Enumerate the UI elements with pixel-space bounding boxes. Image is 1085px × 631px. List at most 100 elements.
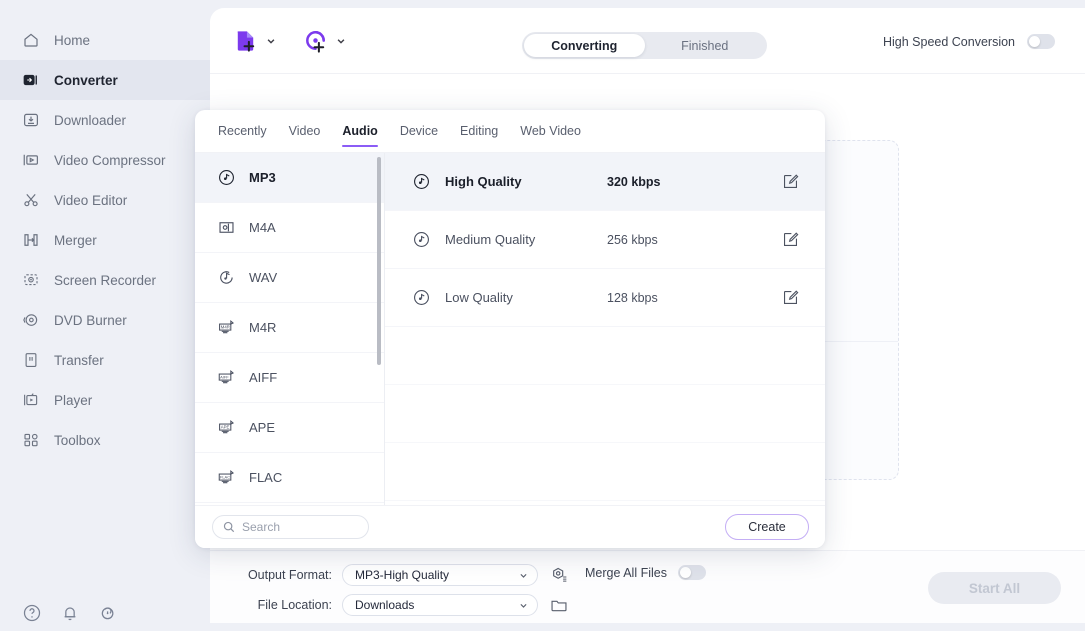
output-settings: Output Format: MP3-High Quality File Loc… [237, 560, 568, 620]
format-item-label: AIFF [249, 370, 278, 385]
edit-icon[interactable] [782, 173, 799, 190]
file-location-value: Downloads [355, 598, 415, 612]
quality-row-empty [385, 385, 825, 443]
high-speed-toggle[interactable] [1027, 34, 1055, 49]
toggle-knob [1029, 36, 1040, 47]
add-disc-button[interactable] [302, 27, 346, 54]
compress-icon [22, 151, 40, 169]
settings-hex-icon[interactable] [550, 566, 568, 584]
tab-audio[interactable]: Audio [333, 110, 386, 153]
format-list-scrollbar[interactable] [377, 157, 381, 365]
mp3-disc-icon [412, 288, 431, 307]
file-location-label: File Location: [257, 598, 332, 612]
folder-icon[interactable] [550, 596, 568, 614]
merge-all-files-toggle[interactable] [677, 565, 706, 580]
svg-text:APE: APE [221, 425, 230, 430]
help-icon[interactable] [22, 603, 42, 623]
sidebar-item-label: DVD Burner [54, 312, 127, 328]
quality-row-high[interactable]: High Quality 320 kbps [385, 153, 825, 211]
tab-recently[interactable]: Recently [209, 110, 276, 153]
sidebar-item-video-editor[interactable]: Video Editor [0, 180, 210, 220]
sidebar-item-label: Downloader [54, 112, 127, 128]
format-item-m4a[interactable]: M4A [195, 203, 384, 253]
format-item-label: APE [249, 420, 276, 435]
update-icon[interactable] [98, 603, 118, 623]
toolbox-icon [22, 431, 40, 449]
format-item-mp3[interactable]: MP3 [195, 153, 384, 203]
search-input[interactable] [242, 520, 358, 534]
sidebar-item-home[interactable]: Home [0, 20, 210, 60]
quality-bitrate: 320 kbps [607, 174, 661, 189]
sidebar-item-toolbox[interactable]: Toolbox [0, 420, 210, 460]
sidebar-item-label: Video Editor [54, 192, 128, 208]
aiff-icon: AIFF [217, 368, 236, 387]
chevron-down-icon[interactable] [266, 36, 276, 46]
file-location-select[interactable]: Downloads [342, 594, 538, 616]
format-item-label: FLAC [249, 470, 283, 485]
tab-web-video[interactable]: Web Video [511, 110, 590, 153]
sidebar-item-label: Video Compressor [54, 152, 166, 168]
quality-row-medium[interactable]: Medium Quality 256 kbps [385, 211, 825, 269]
chevron-down-icon[interactable] [336, 36, 346, 46]
quality-row-low[interactable]: Low Quality 128 kbps [385, 269, 825, 327]
m4a-icon [217, 218, 236, 237]
output-format-label: Output Format: [247, 568, 332, 582]
sidebar-item-downloader[interactable]: Downloader [0, 100, 210, 140]
tab-editing[interactable]: Editing [451, 110, 507, 153]
edit-icon[interactable] [782, 289, 799, 306]
sidebar-item-label: Merger [54, 232, 97, 248]
mp3-disc-icon [217, 168, 236, 187]
mp3-disc-icon [412, 172, 431, 191]
sidebar-item-player[interactable]: Player [0, 380, 210, 420]
format-item-m4r[interactable]: M4R M4R [195, 303, 384, 353]
format-item-flac[interactable]: FLAC FLAC [195, 453, 384, 503]
edit-icon[interactable] [782, 231, 799, 248]
search-box[interactable] [212, 515, 369, 539]
quality-row-empty [385, 443, 825, 501]
sidebar-item-transfer[interactable]: Transfer [0, 340, 210, 380]
output-format-value: MP3-High Quality [355, 568, 450, 582]
high-speed-label: High Speed Conversion [882, 34, 1015, 49]
tab-device[interactable]: Device [391, 110, 447, 153]
sidebar-item-label: Screen Recorder [54, 272, 157, 288]
format-item-aiff[interactable]: AIFF AIFF [195, 353, 384, 403]
add-file-button[interactable] [232, 27, 276, 54]
toggle-knob [679, 567, 691, 578]
sidebar-item-merger[interactable]: Merger [0, 220, 210, 260]
output-format-row: Output Format: MP3-High Quality [237, 560, 568, 590]
sidebar-item-dvd-burner[interactable]: DVD Burner [0, 300, 210, 340]
flac-icon: FLAC [217, 468, 236, 487]
scissors-icon [22, 191, 40, 209]
start-all-button[interactable]: Start All [928, 572, 1061, 604]
create-button[interactable]: Create [725, 514, 809, 540]
format-item-ape[interactable]: APE APE [195, 403, 384, 453]
quality-row-empty [385, 327, 825, 385]
tab-finished[interactable]: Finished [645, 34, 766, 57]
tab-video[interactable]: Video [280, 110, 330, 153]
chevron-down-icon [519, 571, 528, 580]
bottom-bar: Output Format: MP3-High Quality File Loc… [210, 550, 1085, 623]
wav-icon [217, 268, 236, 287]
sidebar-item-screen-recorder[interactable]: Screen Recorder [0, 260, 210, 300]
format-item-label: WAV [249, 270, 278, 285]
format-item-wav[interactable]: WAV [195, 253, 384, 303]
transfer-icon [22, 351, 40, 369]
bell-icon[interactable] [60, 603, 80, 623]
chevron-down-icon [519, 601, 528, 610]
popup-body: MP3 M4A WAV M4R M4R AIFF AIFF APE APE FL… [195, 153, 825, 505]
disc-icon [22, 311, 40, 329]
sidebar-item-label: Converter [54, 72, 118, 88]
format-item-label: M4R [249, 320, 277, 335]
record-icon [22, 271, 40, 289]
output-format-select[interactable]: MP3-High Quality [342, 564, 538, 586]
sidebar-item-video-compressor[interactable]: Video Compressor [0, 140, 210, 180]
svg-text:FLAC: FLAC [220, 475, 230, 480]
ape-icon: APE [217, 418, 236, 437]
sidebar-item-converter[interactable]: Converter [0, 60, 210, 100]
sidebar-nav: Home Converter Downloader Video Compress… [0, 0, 210, 460]
merge-all-files-group: Merge All Files [585, 565, 706, 580]
file-location-row: File Location: Downloads [237, 590, 568, 620]
sidebar: Home Converter Downloader Video Compress… [0, 0, 210, 631]
tab-converting[interactable]: Converting [524, 34, 645, 57]
home-icon [22, 31, 40, 49]
